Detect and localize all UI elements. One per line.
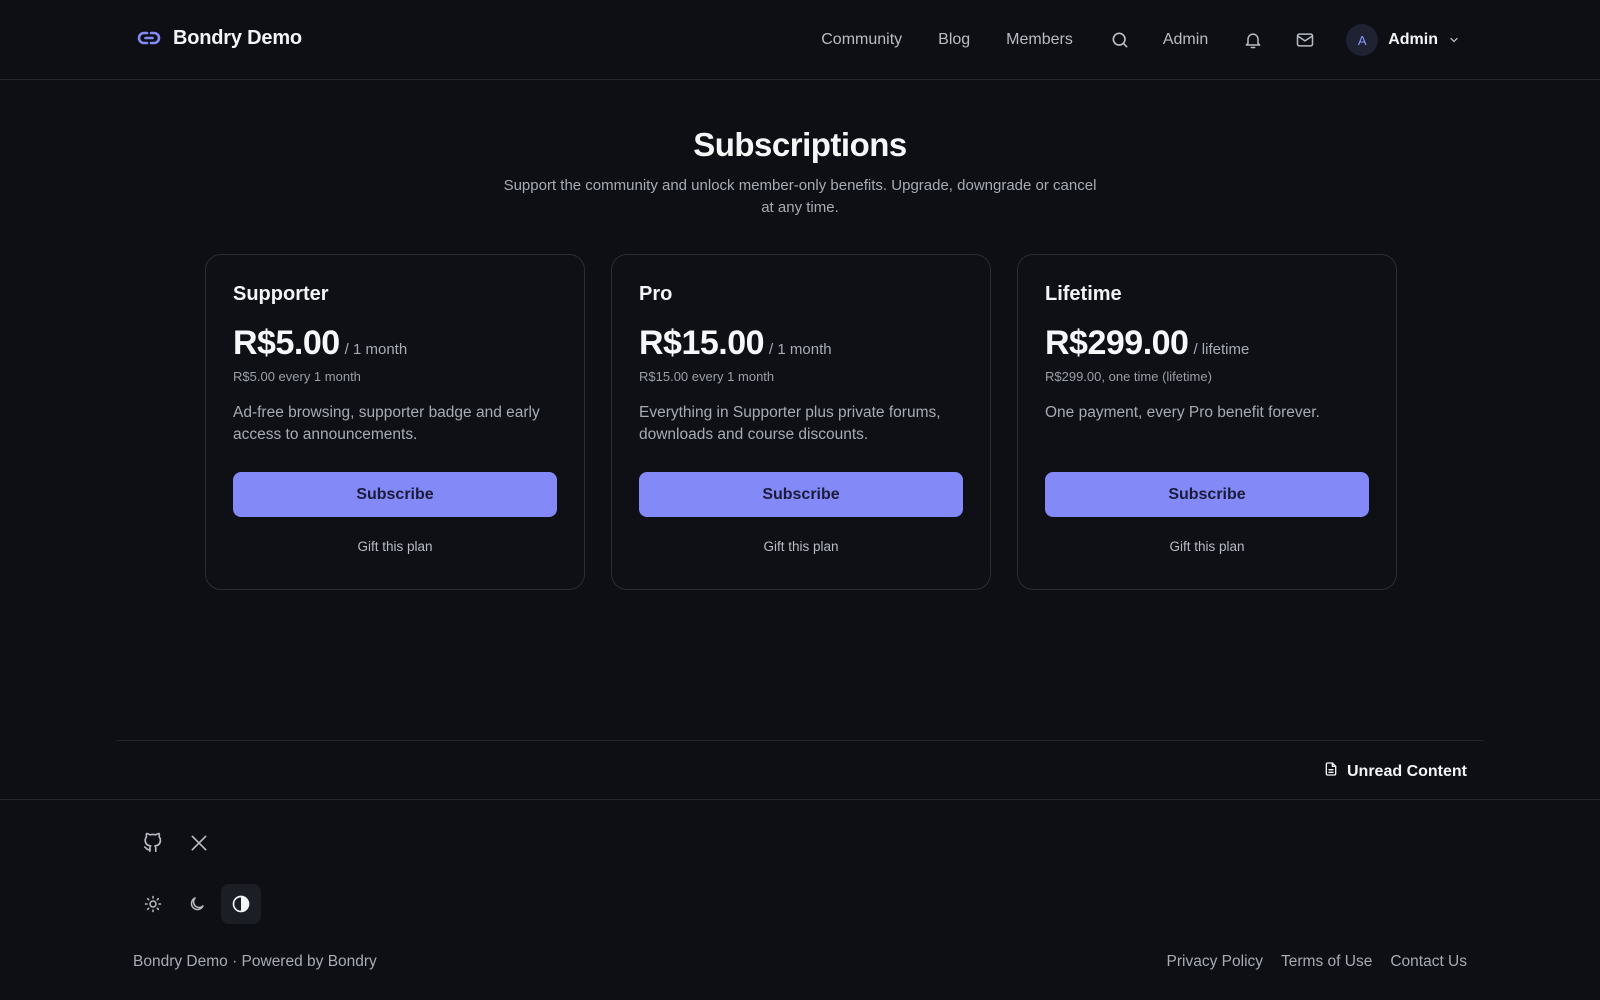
page-title: Subscriptions [693,126,907,163]
search-icon[interactable] [1109,29,1131,51]
plan-billing: R$15.00 every 1 month [639,369,775,384]
plan-name: Pro [639,283,673,305]
page-subtitle: Support the community and unlock member-… [503,177,1097,216]
plan-period: / lifetime [1193,341,1250,358]
nav-admin[interactable]: Admin [1163,31,1208,49]
copyright: Bondry Demo · Powered by Bondry [133,953,377,970]
plan-name: Supporter [233,283,329,305]
theme-switcher [133,884,261,924]
unread-content-link[interactable]: Unread Content [1323,760,1467,783]
plan-billing: R$5.00 every 1 month [233,369,361,384]
subscribe-button[interactable]: Subscribe [639,472,963,517]
contrast-icon[interactable] [221,884,261,924]
social-links [141,831,211,855]
unread-content-label: Unread Content [1347,762,1467,780]
footer-divider [0,799,1600,800]
top-navbar: Bondry Demo Community Blog Members Admin… [0,0,1600,80]
mail-icon[interactable] [1294,29,1316,51]
plan-card-pro: Pro R$15.00 / 1 month R$15.00 every 1 mo… [611,254,991,590]
document-icon [1323,760,1339,783]
contact-us-link[interactable]: Contact Us [1390,953,1467,971]
plan-price: R$15.00 [639,324,765,362]
user-name: Admin [1388,31,1438,48]
gift-plan-link[interactable]: Gift this plan [1045,539,1369,554]
gift-plan-link[interactable]: Gift this plan [233,539,557,554]
brand[interactable]: Bondry Demo [137,26,302,50]
plan-card-supporter: Supporter R$5.00 / 1 month R$5.00 every … [205,254,585,590]
moon-icon[interactable] [177,884,217,924]
footer-links: Privacy Policy Terms of Use Contact Us [1167,953,1467,971]
plan-period: / 1 month [769,341,832,358]
price-row: R$5.00 / 1 month [233,324,557,363]
price-row: R$299.00 / lifetime [1045,324,1369,363]
user-menu[interactable]: A Admin [1346,24,1460,56]
subscribe-button[interactable]: Subscribe [1045,472,1369,517]
plan-period: / 1 month [344,341,408,358]
plan-price: R$5.00 [233,324,340,362]
chevron-down-icon [1448,34,1460,46]
divider [116,740,1484,741]
nav-blog[interactable]: Blog [938,31,970,49]
plan-name: Lifetime [1045,283,1122,305]
plan-price: R$299.00 [1045,324,1189,362]
plan-description: One payment, every Pro benefit forever. [1045,404,1320,421]
plan-card-lifetime: Lifetime R$299.00 / lifetime R$299.00, o… [1017,254,1397,590]
nav-community[interactable]: Community [821,31,902,49]
github-icon[interactable] [141,831,165,855]
x-icon[interactable] [187,831,211,855]
terms-of-use-link[interactable]: Terms of Use [1281,953,1372,971]
subscribe-button[interactable]: Subscribe [233,472,557,517]
bell-icon[interactable] [1242,29,1264,51]
nav-members[interactable]: Members [1006,31,1073,49]
gift-plan-link[interactable]: Gift this plan [639,539,963,554]
avatar: A [1346,24,1379,56]
plan-description: Ad-free browsing, supporter badge and ea… [233,404,540,443]
chain-link-logo-icon [137,26,161,50]
main-nav: Community Blog Members Admin A Admin [821,20,1460,60]
price-row: R$15.00 / 1 month [639,324,963,363]
plan-billing: R$299.00, one time (lifetime) [1045,369,1212,384]
sun-icon[interactable] [133,884,173,924]
brand-name: Bondry Demo [173,26,302,49]
privacy-policy-link[interactable]: Privacy Policy [1167,953,1263,971]
plan-description: Everything in Supporter plus private for… [639,404,941,443]
